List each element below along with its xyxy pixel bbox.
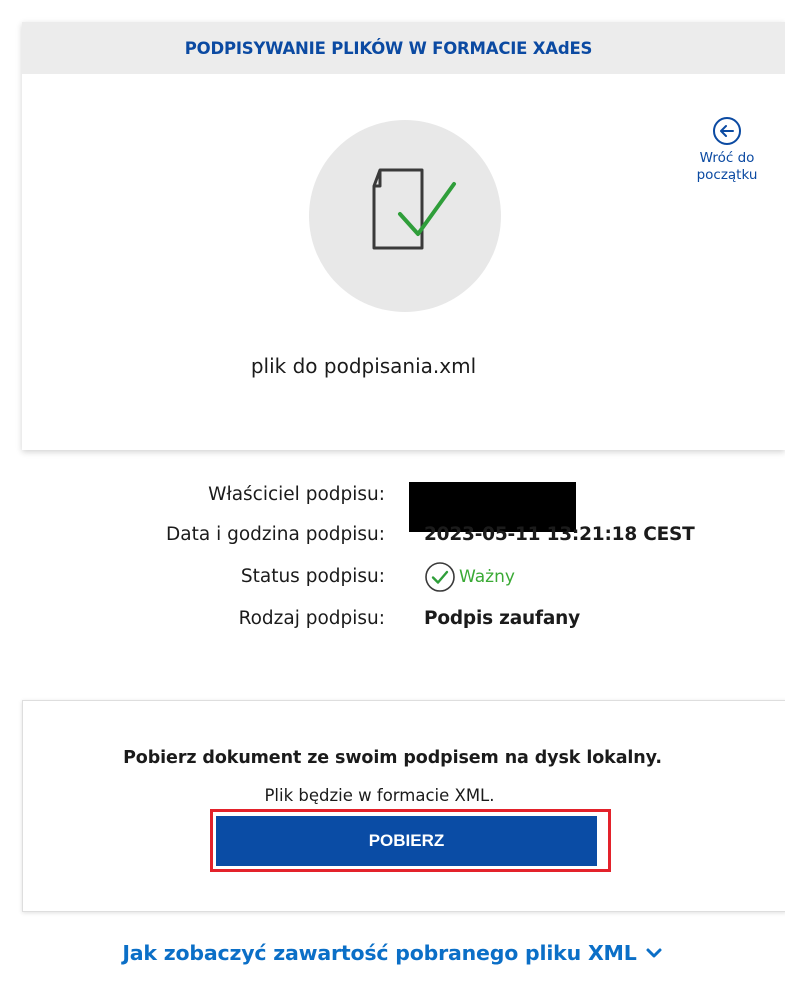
download-card: Pobierz dokument ze swoim podpisem na dy… (22, 700, 785, 912)
chevron-down-icon (646, 948, 662, 958)
file-status-illustration (309, 120, 501, 312)
xml-howto-label: Jak zobaczyć zawartość pobranego pliku X… (122, 941, 637, 965)
xml-howto-toggle[interactable]: Jak zobaczyć zawartość pobranego pliku X… (0, 941, 785, 965)
status-label: Status podpisu: (240, 566, 385, 587)
arrow-left-circle-icon (713, 117, 741, 145)
check-circle-icon (425, 562, 455, 592)
download-button[interactable]: POBIERZ (216, 816, 597, 866)
back-to-start-link[interactable]: Wróć do początku (687, 116, 767, 184)
datetime-row: Data i godzina podpisu: 2023-05-11 13:21… (0, 524, 785, 564)
signed-file-icon (372, 168, 456, 250)
page-title: PODPISYWANIE PLIKÓW W FORMACIE XAdES (184, 38, 593, 58)
owner-row: Właściciel podpisu: (0, 482, 785, 532)
owner-label: Właściciel podpisu: (208, 484, 385, 505)
download-subtext: Plik będzie w formacie XML. (264, 786, 495, 805)
download-button-edge (597, 816, 604, 866)
status-text: Ważny (459, 567, 515, 587)
card-header: PODPISYWANIE PLIKÓW W FORMACIE XAdES (22, 22, 785, 74)
type-row: Rodzaj podpisu: Podpis zaufany (0, 608, 785, 648)
file-name: plik do podpisania.xml (250, 354, 477, 378)
signing-card: PODPISYWANIE PLIKÓW W FORMACIE XAdES Wró… (22, 22, 785, 450)
download-heading: Pobierz dokument ze swoim podpisem na dy… (123, 748, 662, 768)
type-label: Rodzaj podpisu: (238, 608, 385, 629)
datetime-label: Data i godzina podpisu: (166, 524, 385, 545)
type-value: Podpis zaufany (424, 608, 580, 629)
datetime-value: 2023-05-11 13:21:18 CEST (424, 524, 695, 545)
status-row: Status podpisu: Ważny (0, 562, 785, 606)
back-to-start-label: Wróć do początku (696, 150, 758, 183)
status-value: Ważny (424, 561, 515, 593)
